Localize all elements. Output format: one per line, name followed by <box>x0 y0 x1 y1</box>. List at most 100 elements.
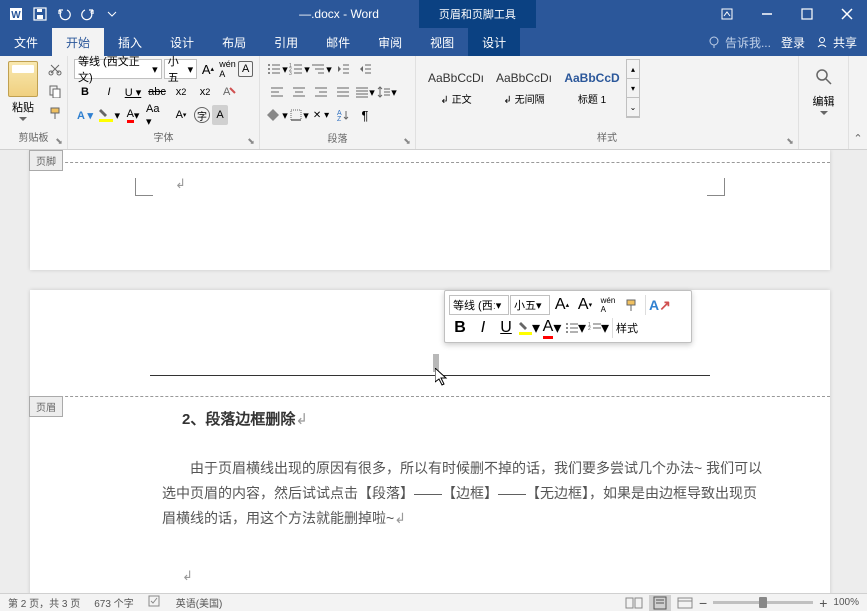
tab-insert[interactable]: 插入 <box>104 28 156 56</box>
show-marks-button[interactable]: ¶ <box>354 105 376 125</box>
line-spacing-button[interactable]: ▾ <box>376 82 398 102</box>
character-shading-button[interactable]: A <box>212 105 228 125</box>
tab-home[interactable]: 开始 <box>52 28 104 56</box>
font-dialog-launcher[interactable]: ⬊ <box>245 135 257 147</box>
mini-styles-button[interactable]: A↗ <box>649 297 671 314</box>
superscript-button[interactable]: x2 <box>194 82 216 102</box>
qat-more-icon[interactable] <box>102 4 122 24</box>
copy-button[interactable] <box>44 81 66 101</box>
mini-font-combo[interactable]: 等线 (西ː▾ <box>449 295 509 315</box>
tab-view[interactable]: 视图 <box>416 28 468 56</box>
maximize-button[interactable] <box>787 0 827 28</box>
tab-hf-design[interactable]: 设计 <box>468 28 520 56</box>
view-print-layout[interactable] <box>649 595 671 611</box>
borders-button[interactable]: ▾ <box>288 105 310 125</box>
increase-indent-button[interactable] <box>354 59 376 79</box>
multilevel-list-button[interactable]: ▾ <box>310 59 332 79</box>
signin-link[interactable]: 登录 <box>781 34 805 51</box>
style-heading1[interactable]: AaBbCcD 标题 1 <box>558 59 626 117</box>
tab-review[interactable]: 审阅 <box>364 28 416 56</box>
paste-button[interactable]: 粘贴 <box>6 59 40 127</box>
view-web-layout[interactable] <box>677 596 693 610</box>
font-color-button[interactable]: A ▾ <box>122 105 144 125</box>
zoom-out-button[interactable]: − <box>699 595 707 611</box>
mini-bold[interactable]: B <box>449 318 471 338</box>
svg-text:W: W <box>11 10 21 21</box>
clipboard-dialog-launcher[interactable]: ⬊ <box>53 135 65 147</box>
mini-phonetic[interactable]: wénA <box>597 295 619 315</box>
ribbon-display-options[interactable] <box>707 0 747 28</box>
bold-button[interactable]: B <box>74 82 96 102</box>
style-nospacing[interactable]: AaBbCcDı ↲ 无间隔 <box>490 59 558 117</box>
minimize-button[interactable] <box>747 0 787 28</box>
justify-button[interactable] <box>332 82 354 102</box>
clear-formatting-button[interactable]: A <box>218 82 240 102</box>
find-button[interactable] <box>810 63 838 91</box>
gallery-up-button[interactable]: ▴ <box>627 60 639 79</box>
shading-button[interactable]: ▾ <box>266 105 288 125</box>
share-button[interactable]: 共享 <box>815 34 857 51</box>
asian-layout-button[interactable]: ✕ ▾ <box>310 105 332 125</box>
italic-button[interactable]: I <box>98 82 120 102</box>
tab-layout[interactable]: 布局 <box>208 28 260 56</box>
text-effects-button[interactable]: A ▾ <box>74 105 96 125</box>
tab-references[interactable]: 引用 <box>260 28 312 56</box>
mini-grow-font[interactable]: A▴ <box>551 295 573 315</box>
redo-icon[interactable] <box>78 4 98 24</box>
change-case-button[interactable]: Aa ▾ <box>146 105 168 125</box>
status-page[interactable]: 第 2 页，共 3 页 <box>8 595 80 610</box>
mini-shrink-font[interactable]: A▾ <box>574 295 596 315</box>
mini-numbering[interactable]: 12▾ <box>587 318 609 338</box>
decrease-indent-button[interactable] <box>332 59 354 79</box>
zoom-level[interactable]: 100% <box>833 597 859 608</box>
phonetic-guide-button[interactable]: wénA <box>219 59 237 79</box>
view-read-mode[interactable] <box>625 596 643 610</box>
tab-mailings[interactable]: 邮件 <box>312 28 364 56</box>
character-border-button[interactable]: A <box>238 61 253 77</box>
shrink-font-button[interactable]: A▾ <box>170 105 192 125</box>
contextual-tab-label: 页眉和页脚工具 <box>419 0 536 28</box>
mini-bullets[interactable]: ▾ <box>564 318 586 338</box>
align-center-button[interactable] <box>288 82 310 102</box>
status-language[interactable]: 英语(美国) <box>176 595 223 610</box>
underline-button[interactable]: U ▾ <box>122 82 144 102</box>
undo-icon[interactable] <box>54 4 74 24</box>
highlight-button[interactable]: ▾ <box>98 105 120 125</box>
cut-button[interactable] <box>44 59 66 79</box>
subscript-button[interactable]: x2 <box>170 82 192 102</box>
distribute-button[interactable]: ▾ <box>354 82 376 102</box>
zoom-slider[interactable] <box>713 601 813 604</box>
numbering-button[interactable]: 123▾ <box>288 59 310 79</box>
mini-font-color[interactable]: A ▾ <box>541 318 563 338</box>
style-normal[interactable]: AaBbCcDı ↲ 正文 <box>422 59 490 117</box>
tab-design[interactable]: 设计 <box>156 28 208 56</box>
close-button[interactable] <box>827 0 867 28</box>
format-painter-button[interactable] <box>44 103 66 123</box>
bullets-button[interactable]: ▾ <box>266 59 288 79</box>
clipboard-icon <box>8 61 38 97</box>
grow-font-button[interactable]: A▴ <box>199 59 217 79</box>
zoom-in-button[interactable]: + <box>819 595 827 611</box>
mini-format-painter[interactable] <box>620 295 642 315</box>
paragraph-dialog-launcher[interactable]: ⬊ <box>401 135 413 147</box>
mini-size-combo[interactable]: 小五▾ <box>510 295 550 315</box>
styles-dialog-launcher[interactable]: ⬊ <box>784 135 796 147</box>
mini-italic[interactable]: I <box>472 318 494 338</box>
align-left-button[interactable] <box>266 82 288 102</box>
sort-button[interactable]: AZ <box>332 105 354 125</box>
enclose-characters-button[interactable]: 字 <box>194 107 210 123</box>
collapse-ribbon-button[interactable]: ⌃ <box>853 132 862 145</box>
save-icon[interactable] <box>30 4 50 24</box>
tellme-search[interactable]: 告诉我... <box>707 34 771 51</box>
gallery-more-button[interactable]: ⌄ <box>627 98 639 117</box>
align-right-button[interactable] <box>310 82 332 102</box>
mini-highlight[interactable]: ▾ <box>518 318 540 338</box>
status-words[interactable]: 673 个字 <box>94 595 133 610</box>
font-size-combo[interactable]: 小五▾ <box>164 59 198 79</box>
gallery-down-button[interactable]: ▾ <box>627 79 639 98</box>
mini-underline[interactable]: U <box>495 318 517 338</box>
font-name-combo[interactable]: 等线 (西文正文)▾ <box>74 59 162 79</box>
strikethrough-button[interactable]: abc <box>146 82 168 102</box>
status-proofing-icon[interactable] <box>148 595 162 610</box>
tab-file[interactable]: 文件 <box>0 28 52 56</box>
